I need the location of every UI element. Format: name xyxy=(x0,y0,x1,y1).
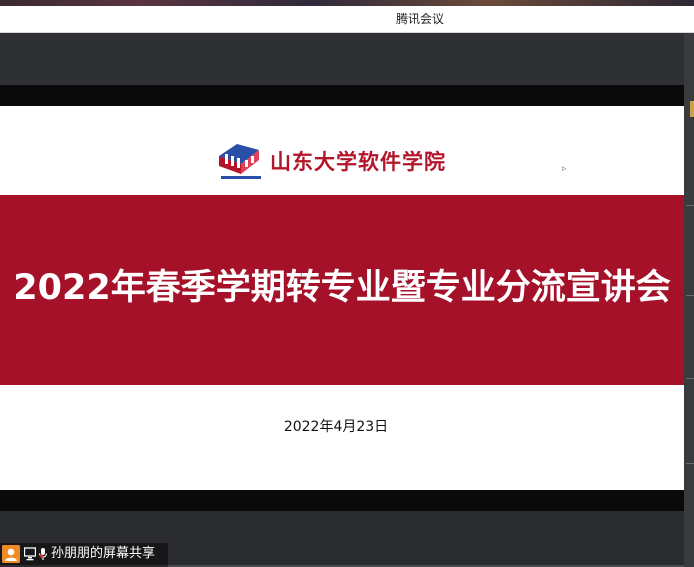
panel-divider xyxy=(686,295,694,296)
slide-date: 2022年4月23日 xyxy=(283,419,389,435)
window-titlebar: 腾讯会议 xyxy=(0,6,694,33)
slide-title: 2022年春季学期转专业暨专业分流宣讲会 xyxy=(13,268,671,308)
panel-divider xyxy=(686,205,694,206)
microphone-icon xyxy=(38,548,48,560)
logo-wordmark: 山东大学软件学院 xyxy=(270,149,446,174)
screen-share-label: 孙朋朋的屏幕共享 xyxy=(51,546,156,561)
panel-divider xyxy=(686,463,694,464)
slide-title-band: 2022年春季学期转专业暨专业分流宣讲会 xyxy=(0,195,684,385)
logo-emblem-icon xyxy=(219,144,261,179)
panel-divider xyxy=(686,378,694,379)
screen-share-icon xyxy=(24,547,36,561)
mouse-pointer-icon: ▹ xyxy=(562,164,567,174)
user-avatar-icon xyxy=(2,545,20,563)
video-letterbox-bottom xyxy=(0,490,684,511)
panel-highlight-mark xyxy=(690,101,694,117)
meeting-top-area xyxy=(0,33,684,85)
screen-share-badge[interactable]: 孙朋朋的屏幕共享 xyxy=(0,543,168,565)
right-side-panel-edge xyxy=(684,33,694,567)
window-title: 腾讯会议 xyxy=(396,12,445,26)
shared-screen-slide: 山东大学软件学院 ▹ 2022年春季学期转专业暨专业分流宣讲会 2022年4月2… xyxy=(0,106,684,490)
video-letterbox-top xyxy=(0,85,684,106)
